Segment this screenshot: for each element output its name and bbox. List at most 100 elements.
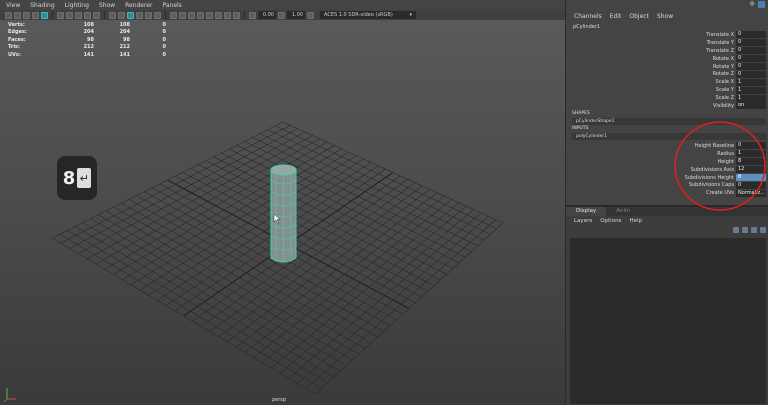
gamma-field[interactable]: 1.00: [287, 11, 305, 19]
attr-row[interactable]: Rotate Y0: [566, 63, 768, 71]
motion-blur-icon[interactable]: [179, 11, 186, 19]
tool-settings-icon[interactable]: ✥: [749, 0, 755, 8]
exposure-field[interactable]: 0.00: [258, 11, 276, 19]
menu-show[interactable]: Show: [657, 13, 673, 20]
new-empty-layer-icon[interactable]: [751, 227, 757, 233]
attr-label: Scale Y: [715, 87, 734, 94]
anti-aliasing-icon[interactable]: [188, 11, 195, 19]
attr-value-field[interactable]: 0: [736, 47, 766, 55]
ambient-occlusion-icon[interactable]: [170, 11, 177, 19]
attr-value-field[interactable]: 0: [736, 63, 766, 70]
attr-value-field[interactable]: 0: [736, 70, 766, 78]
attr-label: Translate Z: [706, 47, 734, 54]
hud-label: Verts:: [8, 21, 25, 28]
menu-renderer[interactable]: Renderer: [125, 2, 152, 9]
smooth-shade-icon[interactable]: [118, 11, 125, 19]
exposure-icon[interactable]: [249, 11, 256, 19]
menu-object[interactable]: Object: [629, 13, 649, 20]
layer-list-area[interactable]: [570, 238, 766, 404]
attr-row[interactable]: Scale Y1: [566, 86, 768, 94]
lights-icon[interactable]: [145, 11, 152, 19]
attr-value-field[interactable]: 0: [736, 39, 766, 47]
field-chart-icon[interactable]: [93, 11, 100, 19]
xray-components-icon[interactable]: [233, 11, 240, 19]
panel-toggle-icon[interactable]: [758, 1, 765, 8]
attr-label: Rotate Z: [712, 71, 734, 78]
enter-key-icon: ↵: [77, 168, 92, 188]
shadows-icon[interactable]: [154, 11, 161, 19]
hud-value: 0: [162, 51, 166, 58]
attr-row[interactable]: Translate Y0: [566, 39, 768, 47]
gamma-icon[interactable]: [278, 11, 285, 19]
film-gate-icon[interactable]: [66, 11, 73, 19]
attr-value-field[interactable]: 0: [736, 55, 766, 63]
menu-layers[interactable]: Layers: [574, 218, 592, 224]
hud-value: 98: [87, 36, 94, 43]
camera-select-icon[interactable]: [5, 11, 12, 19]
colorspace-dropdown[interactable]: ACES 1.0 SDR-video (sRGB) ▾: [320, 11, 416, 19]
xray-joints-icon[interactable]: [224, 11, 231, 19]
grid-toggle-icon[interactable]: [57, 11, 64, 19]
layer-editor-icons: [733, 227, 766, 233]
attr-label: Rotate Y: [712, 63, 734, 70]
attr-row[interactable]: Translate X0: [566, 31, 768, 39]
attr-row[interactable]: Scale Z1: [566, 94, 768, 102]
attr-value-field[interactable]: 0: [736, 31, 766, 39]
toolbar-separator: [52, 11, 53, 19]
selected-node-name[interactable]: pCylinder1: [573, 24, 600, 30]
menu-edit[interactable]: Edit: [610, 13, 622, 20]
attr-row[interactable]: Translate Z0: [566, 47, 768, 55]
wireframe-icon[interactable]: [109, 11, 116, 19]
tab-display[interactable]: Display: [566, 207, 607, 216]
attr-value-field[interactable]: 1: [736, 86, 766, 94]
menu-shading[interactable]: Shading: [30, 2, 54, 9]
attr-row[interactable]: Scale X1: [566, 78, 768, 86]
hud-value: 108: [83, 21, 94, 28]
red-annotation-circle: [674, 121, 766, 211]
menu-panels[interactable]: Panels: [162, 2, 181, 9]
move-layer-up-icon[interactable]: [733, 227, 739, 233]
gate-mask-icon[interactable]: [84, 11, 91, 19]
hud-value: 204: [119, 29, 130, 36]
attr-row[interactable]: Visibility on: [566, 102, 768, 110]
panel-top-icons: ✥: [749, 0, 765, 8]
bookmark-icon[interactable]: [23, 11, 30, 19]
attr-label: Translate X: [706, 31, 734, 38]
hud-value: 0: [162, 44, 166, 51]
viewport-panel[interactable]: View Shading Lighting Show Renderer Pane…: [0, 0, 565, 405]
wireframe-on-shaded-icon[interactable]: [127, 11, 134, 19]
image-plane-icon[interactable]: [32, 11, 39, 19]
xray-icon[interactable]: [215, 11, 222, 19]
attr-label: Translate Y: [706, 39, 734, 46]
isolate-select-icon[interactable]: [206, 11, 213, 19]
transform-attribute-list: Translate X0 Translate Y0 Translate Z0 R…: [566, 31, 768, 110]
toolbar-separator: [104, 11, 105, 19]
camera-attributes-icon[interactable]: [14, 11, 21, 19]
attr-row[interactable]: Rotate X0: [566, 55, 768, 63]
textured-icon[interactable]: [136, 11, 143, 19]
menu-lighting[interactable]: Lighting: [65, 2, 89, 9]
hud-value: 204: [83, 29, 94, 36]
menu-show[interactable]: Show: [99, 2, 115, 9]
attr-label: Visibility: [713, 102, 734, 109]
attr-value-field[interactable]: 1: [736, 78, 766, 86]
cylinder-mesh[interactable]: [270, 164, 297, 263]
attr-value-field[interactable]: on: [736, 102, 766, 110]
menu-options[interactable]: Options: [600, 218, 621, 224]
menu-view[interactable]: View: [6, 2, 20, 9]
depth-of-field-icon[interactable]: [197, 11, 204, 19]
menu-help[interactable]: Help: [629, 218, 642, 224]
menu-channels[interactable]: Channels: [574, 13, 602, 20]
hud-row: UVs: 141 141 0: [8, 51, 166, 59]
hud-value: 0: [162, 36, 166, 43]
tab-anim[interactable]: Anim: [606, 207, 640, 216]
attr-value-field[interactable]: 1: [736, 94, 766, 102]
color-management-icon[interactable]: [307, 11, 314, 19]
resolution-gate-icon[interactable]: [75, 11, 82, 19]
hud-value: 0: [162, 21, 166, 28]
attr-row[interactable]: Rotate Z0: [566, 70, 768, 78]
grease-pencil-icon[interactable]: [41, 11, 48, 19]
move-layer-down-icon[interactable]: [742, 227, 748, 233]
new-layer-from-selection-icon[interactable]: [760, 227, 766, 233]
hud-value: 108: [119, 21, 130, 28]
